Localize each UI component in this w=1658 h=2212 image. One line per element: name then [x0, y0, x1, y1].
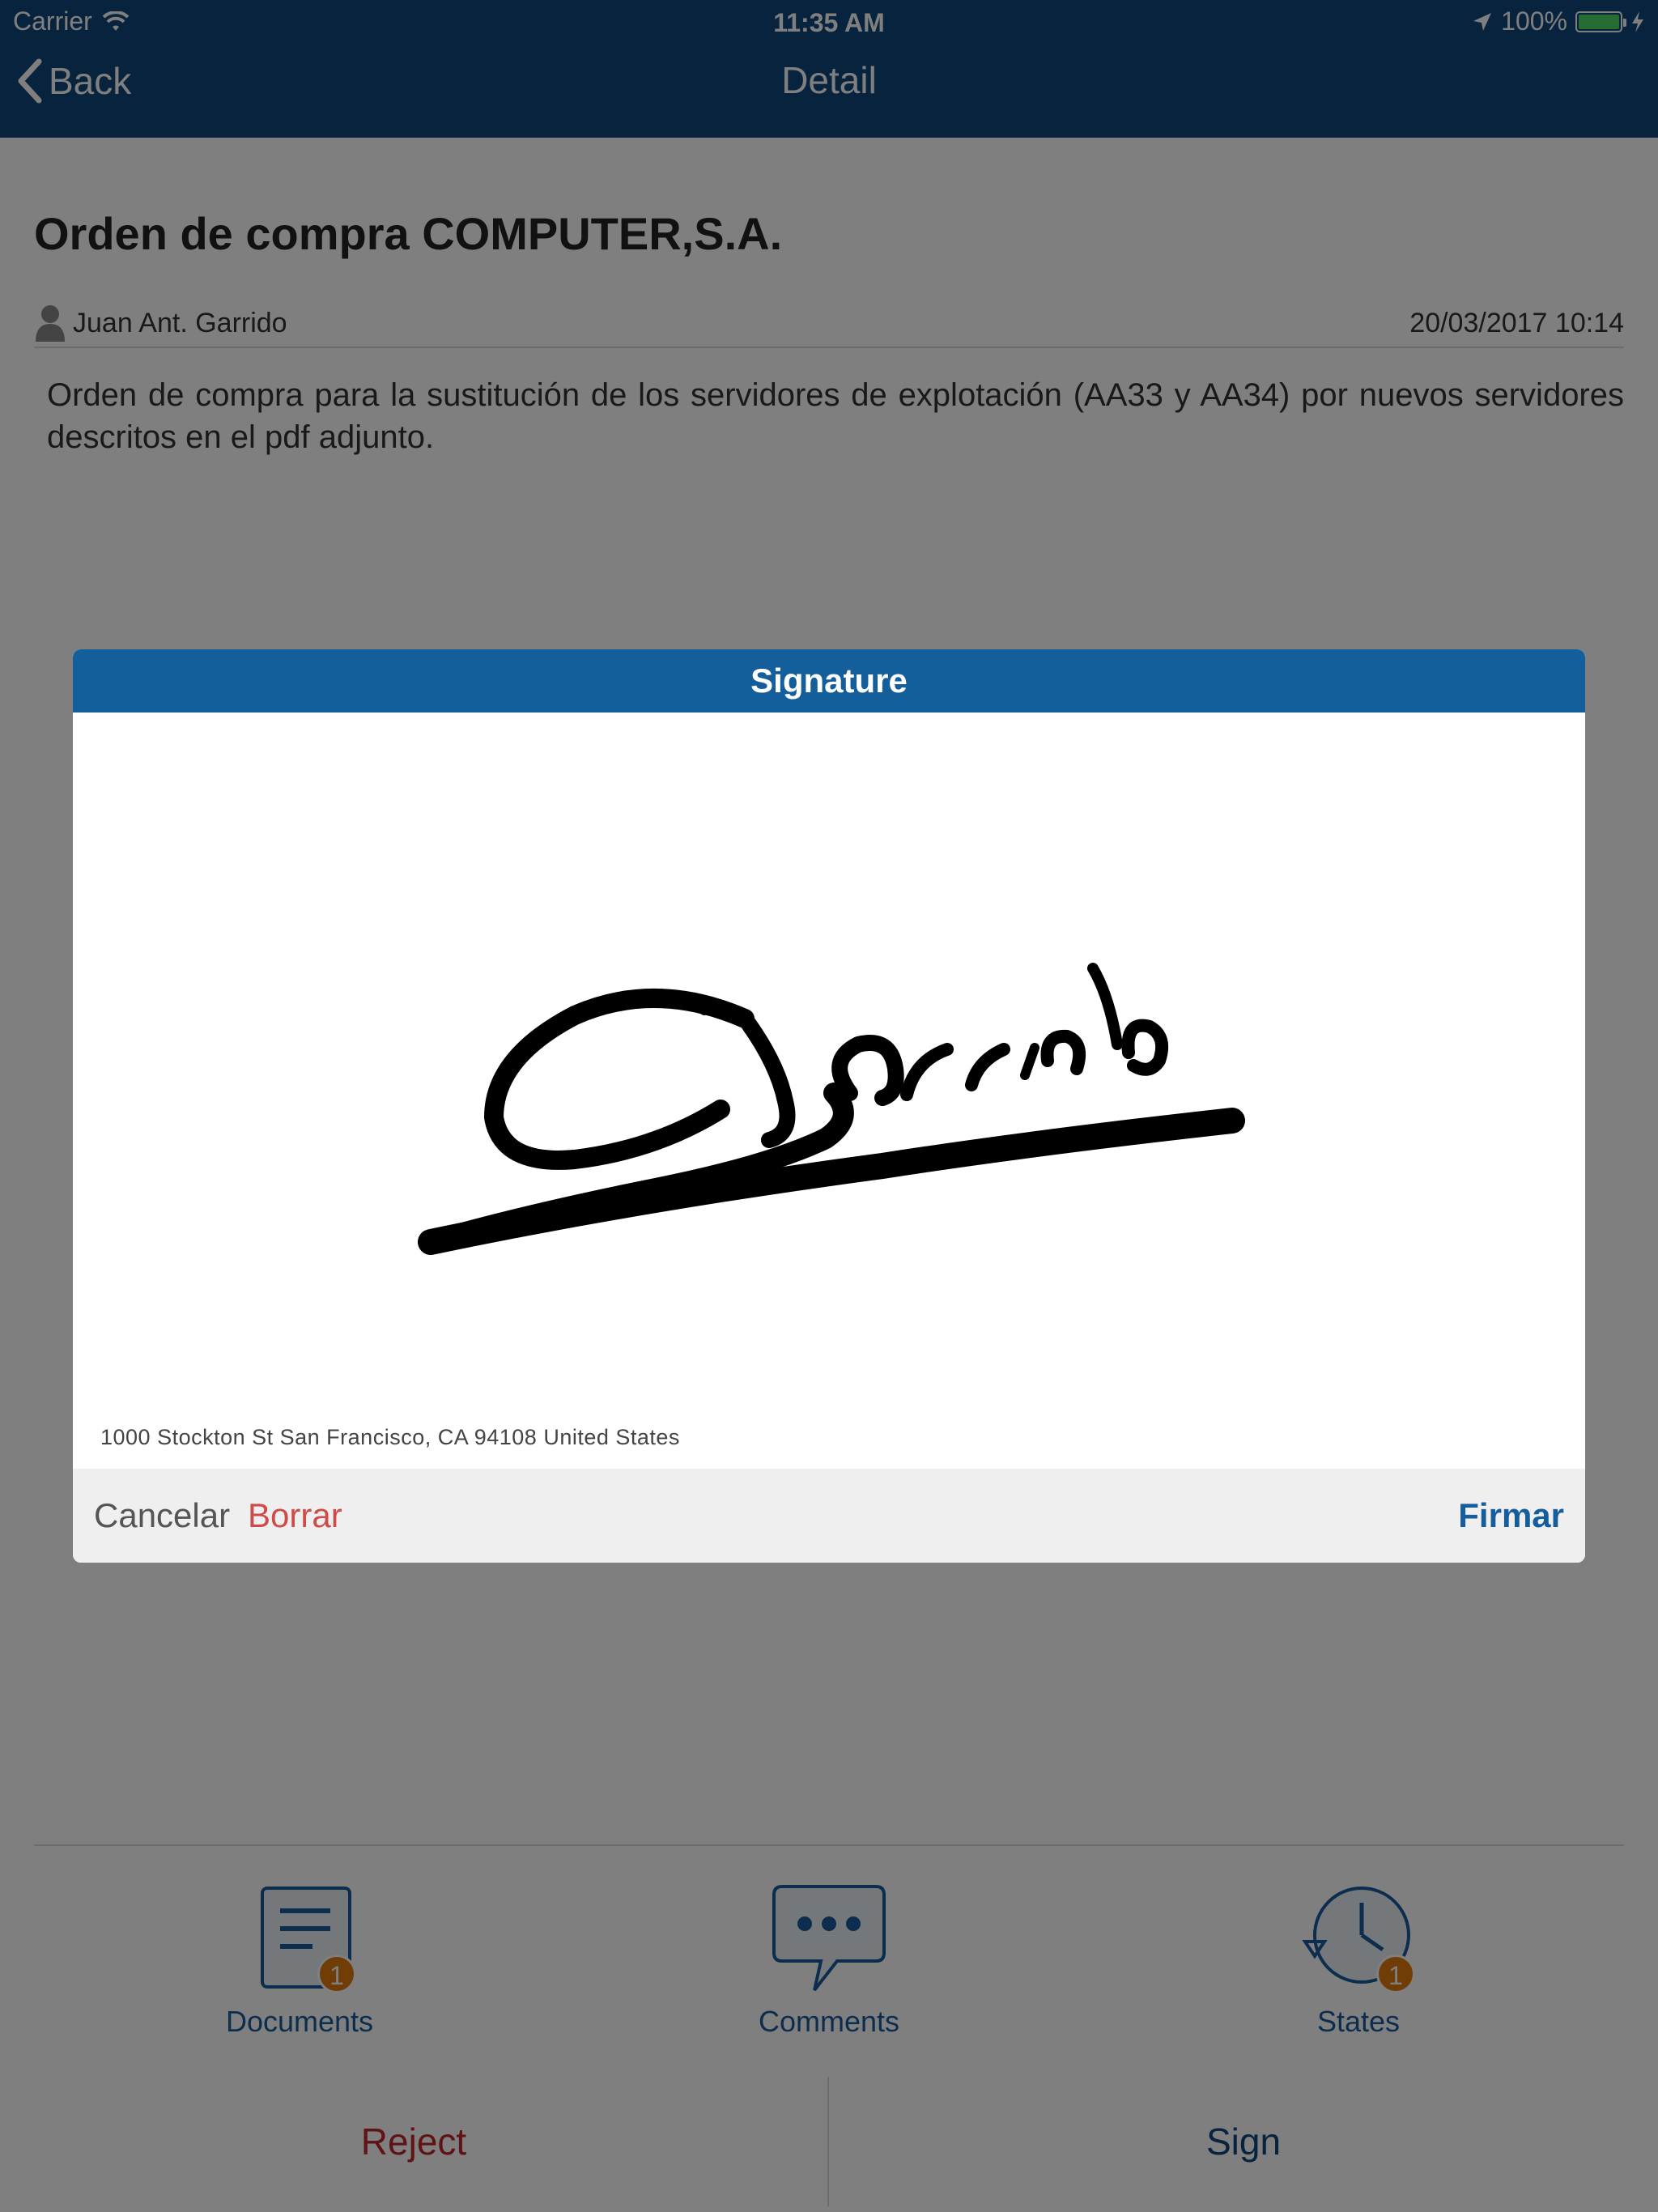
- signature-canvas[interactable]: [73, 713, 1585, 1469]
- cancel-button[interactable]: Cancelar: [94, 1469, 230, 1563]
- confirm-sign-button[interactable]: Firmar: [1458, 1469, 1564, 1563]
- clear-button[interactable]: Borrar: [248, 1469, 342, 1563]
- signature-dialog: Signature 1000 Stockton St San Francisco…: [73, 649, 1585, 1563]
- signature-location: 1000 Stockton St San Francisco, CA 94108…: [100, 1425, 680, 1449]
- handwritten-signature: [418, 963, 1245, 1255]
- signature-dialog-title: Signature: [73, 649, 1585, 713]
- signature-dialog-footer: Cancelar Borrar Firmar: [73, 1469, 1585, 1563]
